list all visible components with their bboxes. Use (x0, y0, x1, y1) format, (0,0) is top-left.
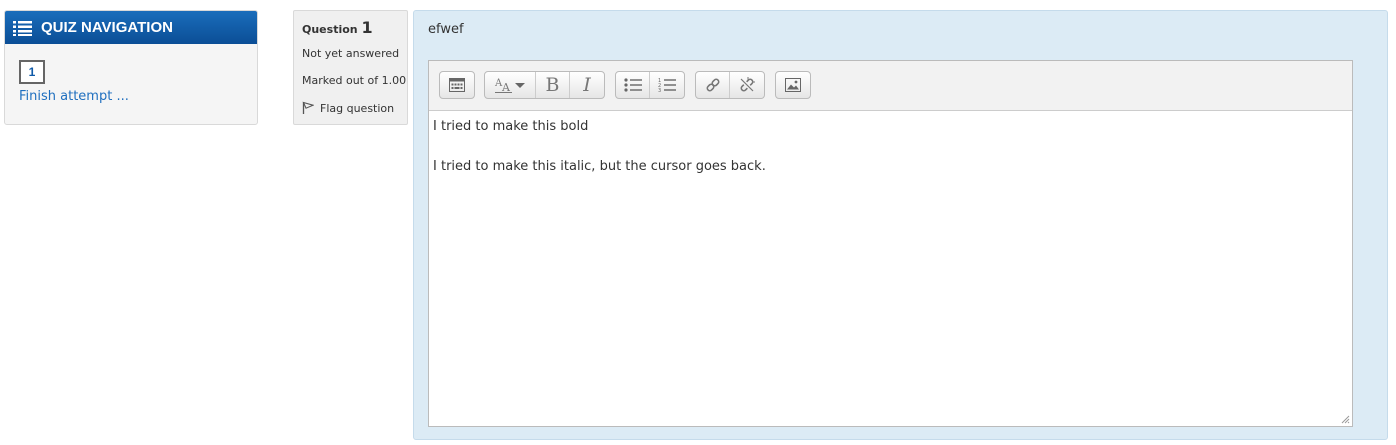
unlink-button[interactable] (730, 72, 764, 98)
editor-paragraph-1: I tried to make this bold (433, 119, 589, 134)
question-text: efwef (428, 22, 464, 37)
question-grade: Marked out of 1.00 (302, 74, 407, 87)
link-icon (706, 78, 719, 92)
editor-toolbar: A A B I 1 2 3 (429, 61, 1352, 111)
flag-question-toggle[interactable]: Flag question (302, 101, 394, 115)
editor-paragraph-2: I tried to make this italic, but the cur… (433, 159, 766, 174)
flag-question-label: Flag question (320, 101, 395, 115)
question-label: Question (302, 23, 358, 36)
italic-button[interactable]: I (570, 72, 604, 98)
question-info-block: Question 1 Not yet answered Marked out o… (293, 10, 408, 125)
svg-text:3: 3 (658, 88, 661, 93)
text-style-button[interactable]: A A (485, 72, 536, 98)
show-more-buttons-icon (449, 78, 465, 92)
toolbar-group-links (695, 71, 765, 99)
unlink-icon (740, 77, 755, 92)
toolbar-group-more (439, 71, 475, 99)
toolbar-group-lists: 1 2 3 (615, 71, 685, 99)
question-formulation: efwef A A B I 1 2 3 I tried to make this… (413, 10, 1388, 440)
quiz-navigation-header: QUIZ NAVIGATION (5, 11, 257, 44)
quiz-navigation-title: QUIZ NAVIGATION (41, 19, 173, 36)
italic-icon: I (583, 74, 591, 96)
flag-icon (302, 101, 314, 114)
link-button[interactable] (696, 72, 730, 98)
unordered-list-icon (623, 78, 642, 92)
ordered-list-icon: 1 2 3 (658, 78, 676, 93)
toolbar-group-style: A A B I (484, 71, 605, 99)
insert-image-button[interactable] (776, 72, 810, 98)
quiz-navigation-block: QUIZ NAVIGATION 1 Finish attempt ... (4, 10, 258, 125)
question-1-nav-button[interactable]: 1 (19, 60, 45, 84)
editor-content-area[interactable]: I tried to make this bold I tried to mak… (429, 111, 1352, 203)
bold-button[interactable]: B (536, 72, 570, 98)
question-title: Question 1 (302, 18, 373, 37)
question-number: 1 (361, 18, 373, 37)
text-editor: A A B I 1 2 3 I tried to make this bold … (428, 60, 1353, 427)
list-icon (13, 20, 32, 36)
question-state: Not yet answered (302, 47, 400, 60)
bold-icon: B (545, 74, 560, 96)
ordered-list-button[interactable]: 1 2 3 (650, 72, 684, 98)
text-style-icon: A A (494, 78, 525, 94)
toolbar-group-media (775, 71, 811, 99)
unordered-list-button[interactable] (616, 72, 650, 98)
show-more-buttons-button[interactable] (440, 72, 474, 98)
finish-attempt-link[interactable]: Finish attempt ... (19, 89, 129, 104)
resize-handle-icon[interactable] (1341, 415, 1350, 424)
image-icon (785, 78, 801, 92)
